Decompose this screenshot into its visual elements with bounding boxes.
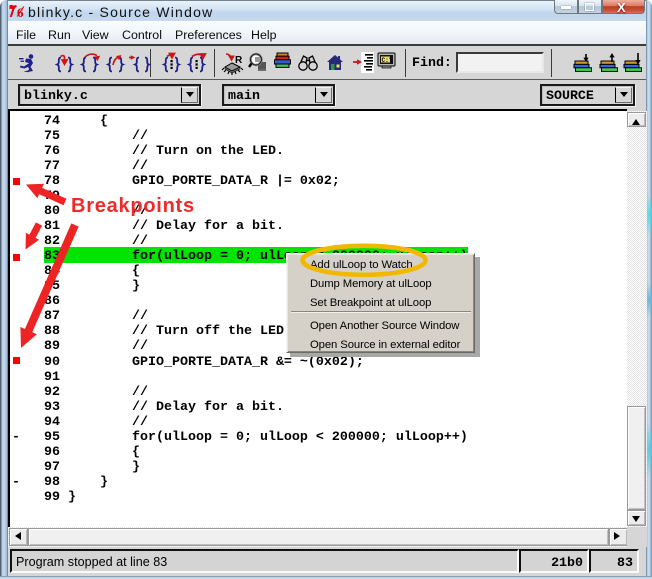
- svg-text:C:\: C:\: [382, 57, 393, 64]
- svg-text:R: R: [235, 55, 243, 66]
